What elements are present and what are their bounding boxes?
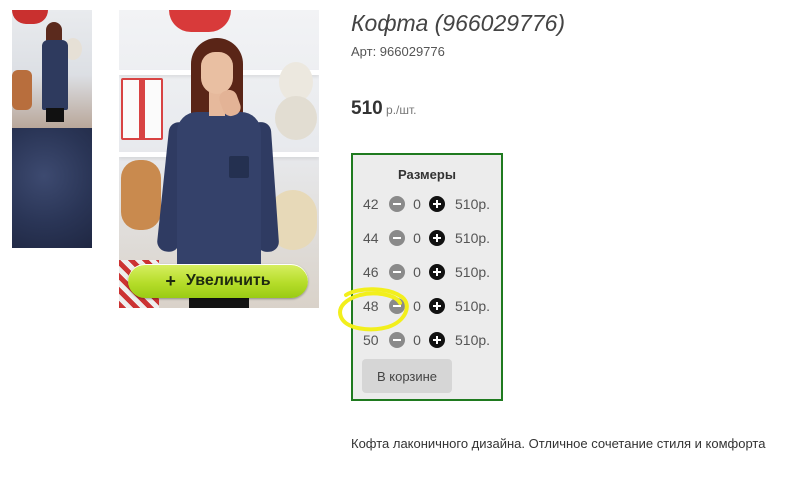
- size-label: 44: [363, 230, 379, 246]
- size-row: 48 0 510р.: [363, 295, 490, 317]
- plus-icon[interactable]: [429, 230, 445, 246]
- plus-icon[interactable]: [429, 332, 445, 348]
- product-sku: Арт: 966029776: [351, 44, 445, 59]
- product-price: 510 р./шт.: [351, 98, 417, 120]
- size-row: 46 0 510р.: [363, 261, 490, 283]
- decoration-gingerbread: [121, 160, 161, 230]
- quantity-value: 0: [413, 230, 421, 246]
- size-label: 50: [363, 332, 379, 348]
- size-price: 510р.: [455, 332, 491, 348]
- decoration-gift: [121, 78, 163, 140]
- sweater-pocket: [229, 156, 249, 178]
- size-label: 42: [363, 196, 379, 212]
- trousers: [46, 108, 64, 122]
- quantity-value: 0: [413, 298, 421, 314]
- size-price: 510р.: [455, 196, 491, 212]
- sweater: [177, 112, 261, 282]
- size-label: 46: [363, 264, 379, 280]
- product-title: Кофта (966029776): [351, 10, 566, 36]
- thumbnail-column: [12, 10, 92, 248]
- decoration-hat: [169, 10, 231, 32]
- quantity-value: 0: [413, 332, 421, 348]
- size-selector-title: Размеры: [398, 167, 456, 182]
- minus-icon[interactable]: [389, 298, 405, 314]
- in-cart-button[interactable]: В корзине: [362, 359, 452, 393]
- product-description: Кофта лаконичного дизайна. Отличное соче…: [351, 436, 766, 451]
- zoom-button-label: Увеличить: [185, 272, 271, 289]
- plus-icon[interactable]: [429, 196, 445, 212]
- minus-icon[interactable]: [389, 264, 405, 280]
- minus-icon[interactable]: [389, 196, 405, 212]
- size-row: 50 0 510р.: [363, 329, 490, 351]
- size-label: 48: [363, 298, 379, 314]
- minus-icon[interactable]: [389, 230, 405, 246]
- thumbnail-full-view[interactable]: [12, 10, 92, 128]
- size-row: 42 0 510р.: [363, 193, 490, 215]
- price-value: 510: [351, 98, 383, 119]
- plus-icon[interactable]: [429, 298, 445, 314]
- quantity-value: 0: [413, 196, 421, 212]
- size-row: 44 0 510р.: [363, 227, 490, 249]
- size-price: 510р.: [455, 298, 491, 314]
- quantity-value: 0: [413, 264, 421, 280]
- model-figure: [40, 22, 70, 122]
- price-unit: р./шт.: [382, 103, 417, 117]
- minus-icon[interactable]: [389, 332, 405, 348]
- size-price: 510р.: [455, 264, 491, 280]
- decoration: [12, 70, 32, 110]
- plus-icon: +: [165, 270, 176, 291]
- thumbnail-fabric-closeup[interactable]: [12, 128, 92, 248]
- plus-icon[interactable]: [429, 264, 445, 280]
- size-selector: Размеры 42 0 510р. 44 0 510р. 46 0 510р.…: [351, 153, 503, 401]
- zoom-button[interactable]: + Увеличить: [128, 264, 308, 298]
- sweater: [42, 40, 68, 110]
- size-price: 510р.: [455, 230, 491, 246]
- face: [201, 52, 233, 94]
- decoration-snowman: [275, 96, 317, 140]
